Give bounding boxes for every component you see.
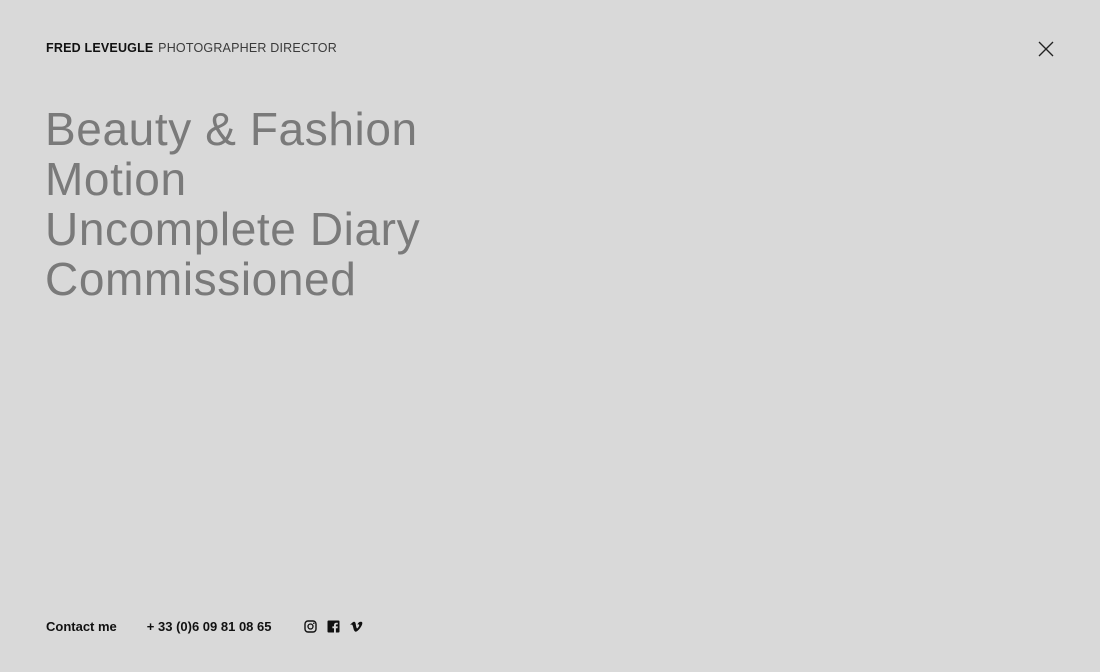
menu-item-motion[interactable]: Motion [45, 154, 420, 204]
menu-item-commissioned[interactable]: Commissioned [45, 254, 420, 304]
instagram-icon[interactable] [304, 619, 318, 633]
close-icon[interactable] [1036, 39, 1056, 59]
menu-item-beauty-fashion[interactable]: Beauty & Fashion [45, 104, 420, 154]
brand-role: PHOTOGRAPHER DIRECTOR [158, 41, 337, 55]
main-menu: Beauty & Fashion Motion Uncomplete Diary… [45, 104, 420, 304]
contact-link[interactable]: Contact me [46, 619, 117, 634]
menu-item-uncomplete-diary[interactable]: Uncomplete Diary [45, 204, 420, 254]
phone-link[interactable]: + 33 (0)6 09 81 08 65 [147, 619, 272, 634]
vimeo-icon[interactable] [350, 620, 363, 633]
site-brand[interactable]: FRED LEVEUGLE PHOTOGRAPHER DIRECTOR [46, 40, 337, 56]
footer: Contact me + 33 (0)6 09 81 08 65 [46, 616, 363, 636]
facebook-icon[interactable] [327, 620, 340, 633]
social-links [304, 619, 363, 633]
brand-name[interactable]: FRED LEVEUGLE [46, 41, 153, 55]
